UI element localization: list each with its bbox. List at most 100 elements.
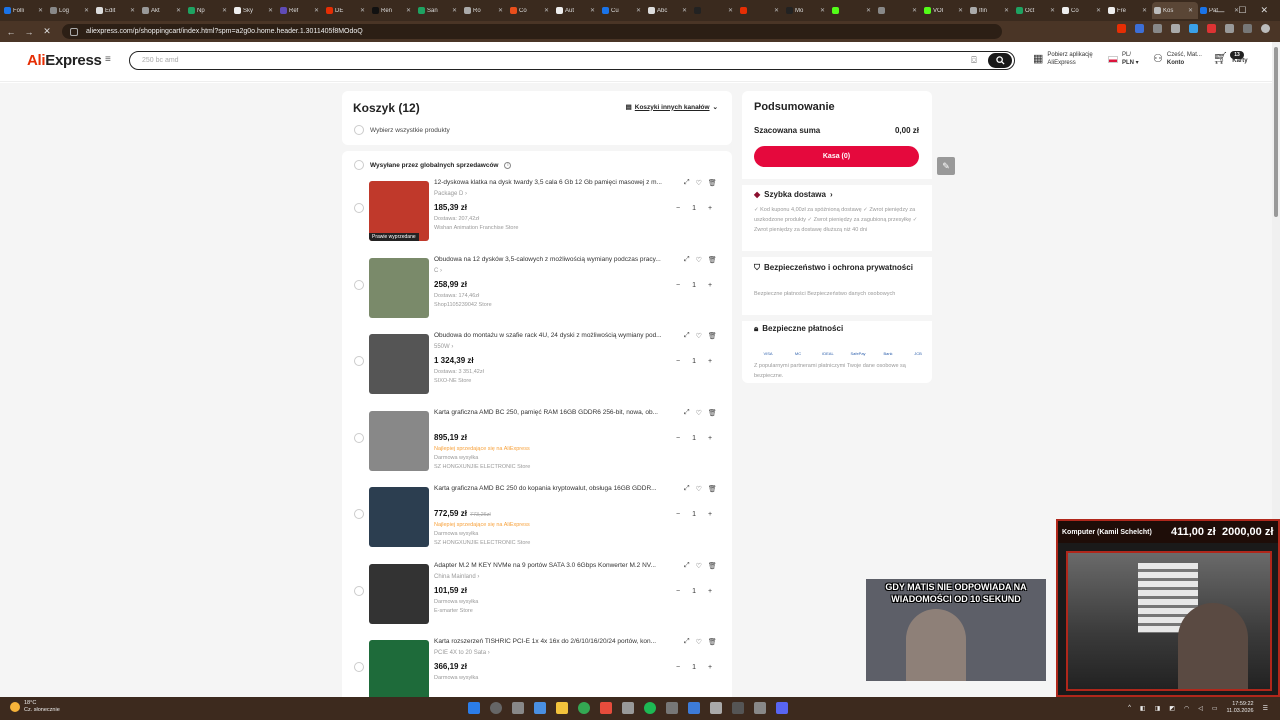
search-input[interactable]: 250 bc amd (142, 57, 968, 64)
tab-close-icon[interactable]: ✕ (1188, 7, 1193, 14)
select-all-checkbox[interactable] (354, 125, 364, 135)
decrease-button[interactable]: − (676, 588, 680, 595)
product-variant[interactable]: Package D › (434, 191, 467, 197)
tray-app-icon[interactable]: ◩ (1169, 705, 1175, 712)
stop-icon[interactable]: ✕ (40, 25, 54, 39)
search-button[interactable] (988, 53, 1012, 68)
tab-close-icon[interactable]: ✕ (820, 7, 825, 14)
browser-tab[interactable]: Oct ✕ (1014, 2, 1060, 19)
file-explorer-icon[interactable] (556, 702, 568, 714)
forward-icon[interactable]: → (22, 25, 36, 39)
notifications-icon[interactable]: ☰ (1263, 705, 1268, 712)
store-name[interactable]: SZ HONGXUNJIE ELECTRONIC Store (434, 540, 530, 546)
product-image[interactable]: Prawie wyprzedane (369, 181, 429, 241)
wishlist-heart-icon[interactable]: ♡ (696, 179, 702, 187)
quantity-value[interactable]: 1 (692, 358, 696, 365)
info-icon[interactable]: i (504, 161, 512, 169)
product-image[interactable] (369, 257, 429, 318)
tab-close-icon[interactable]: ✕ (774, 7, 779, 14)
product-title[interactable]: Adapter M.2 M KEY NVMe na 9 portów SATA … (434, 562, 684, 569)
browser-tab[interactable]: ✕ (738, 2, 784, 19)
product-title[interactable]: Karta rozszerzeń TISHRIC PCI-E 1x 4x 16x… (434, 638, 684, 645)
fast-delivery-link[interactable]: ◆ Szybka dostawa › (754, 189, 924, 201)
product-image[interactable] (369, 640, 429, 697)
tab-close-icon[interactable]: ✕ (912, 7, 917, 14)
app-icon[interactable] (534, 702, 546, 714)
app-icon[interactable] (710, 702, 722, 714)
task-view-icon[interactable] (512, 702, 524, 714)
delete-trash-icon[interactable]: 🗑︎ (708, 485, 717, 493)
tab-close-icon[interactable]: ✕ (590, 7, 595, 14)
increase-button[interactable]: + (708, 282, 712, 289)
browser-tab[interactable]: Co ✕ (508, 2, 554, 19)
browser-tab[interactable]: Ifin ✕ (968, 2, 1014, 19)
increase-button[interactable]: + (708, 588, 712, 595)
store-name[interactable]: SZ HONGXUNJIE ELECTRONIC Store (434, 464, 530, 470)
increase-button[interactable]: + (708, 435, 712, 442)
download-app-link[interactable]: ▦ Pobierz aplikację AliExpress (1033, 51, 1093, 67)
url-field[interactable]: aliexpress.com/p/shoppingcart/index.html… (62, 24, 1002, 39)
quantity-value[interactable]: 1 (692, 664, 696, 671)
discord-icon[interactable] (776, 702, 788, 714)
select-all-row[interactable]: Wybierz wszystkie produkty (354, 125, 450, 135)
tab-close-icon[interactable]: ✕ (1096, 7, 1101, 14)
product-image[interactable] (369, 334, 429, 394)
wishlist-heart-icon[interactable]: ♡ (696, 638, 702, 646)
browser-tab[interactable]: San ✕ (416, 2, 462, 19)
browser-tab[interactable]: Ref ✕ (278, 2, 324, 19)
weather-widget[interactable]: 18°C Cz. słonecznie (10, 700, 60, 714)
increase-button[interactable]: + (708, 205, 712, 212)
tray-app-icon[interactable]: ◧ (1140, 705, 1146, 712)
checkout-button[interactable]: Kasa (0) (754, 146, 919, 167)
app-icon[interactable] (754, 702, 766, 714)
app-icon[interactable] (732, 702, 744, 714)
delete-trash-icon[interactable]: 🗑︎ (708, 409, 717, 417)
tab-close-icon[interactable]: ✕ (268, 7, 273, 14)
quantity-value[interactable]: 1 (692, 205, 696, 212)
wishlist-heart-icon[interactable]: ♡ (696, 332, 702, 340)
tab-close-icon[interactable]: ✕ (452, 7, 457, 14)
browser-tab[interactable]: Cu ✕ (600, 2, 646, 19)
product-image[interactable] (369, 410, 429, 471)
increase-button[interactable]: + (708, 664, 712, 671)
extension-icon[interactable] (1153, 24, 1162, 33)
site-info-icon[interactable] (70, 27, 78, 36)
tab-close-icon[interactable]: ✕ (176, 7, 181, 14)
delete-trash-icon[interactable]: 🗑︎ (708, 562, 717, 570)
similar-items-icon[interactable]: ⤢ (684, 562, 690, 570)
product-title[interactable]: 12-dyskowa klatka na dysk twardy 3,5 cal… (434, 179, 684, 186)
close-window-icon[interactable]: ✕ (1260, 5, 1268, 16)
tab-close-icon[interactable]: ✕ (958, 7, 963, 14)
tab-close-icon[interactable]: ✕ (1004, 7, 1009, 14)
quantity-value[interactable]: 1 (692, 282, 696, 289)
seller-group-checkbox[interactable] (354, 160, 364, 170)
app-icon[interactable] (688, 702, 700, 714)
browser-tab[interactable]: Np ✕ (186, 2, 232, 19)
delete-trash-icon[interactable]: 🗑︎ (708, 638, 717, 646)
product-title[interactable]: Obudowa na 12 dysków 3,5-calowych z możl… (434, 256, 684, 263)
item-checkbox[interactable] (354, 203, 364, 213)
browser-tab[interactable]: VOI ✕ (922, 2, 968, 19)
browser-tab[interactable]: Edit ✕ (94, 2, 140, 19)
browser-tab[interactable]: DE ✕ (324, 2, 370, 19)
decrease-button[interactable]: − (676, 511, 680, 518)
browser-tab[interactable]: Folli ✕ (2, 2, 48, 19)
product-image[interactable] (369, 563, 429, 624)
search-icon[interactable] (490, 702, 502, 714)
scrollbar-thumb[interactable] (1274, 47, 1278, 217)
browser-tab[interactable]: Kos ✕ (1152, 2, 1198, 19)
chrome-icon[interactable] (578, 702, 590, 714)
tray-app-icon[interactable]: ◨ (1155, 705, 1161, 712)
similar-items-icon[interactable]: ⤢ (684, 332, 690, 340)
profile-avatar[interactable] (1261, 24, 1270, 33)
account-menu[interactable]: ⚇ Cześć, Mat... Konto (1153, 51, 1202, 67)
spotify-icon[interactable] (644, 702, 656, 714)
extension-icon[interactable] (1117, 24, 1126, 33)
browser-tab[interactable]: ✕ (876, 2, 922, 19)
minimize-icon[interactable]: — (1215, 6, 1224, 16)
extension-icon[interactable] (1243, 24, 1252, 33)
quantity-value[interactable]: 1 (692, 435, 696, 442)
quantity-value[interactable]: 1 (692, 511, 696, 518)
tab-close-icon[interactable]: ✕ (360, 7, 365, 14)
item-checkbox[interactable] (354, 356, 364, 366)
